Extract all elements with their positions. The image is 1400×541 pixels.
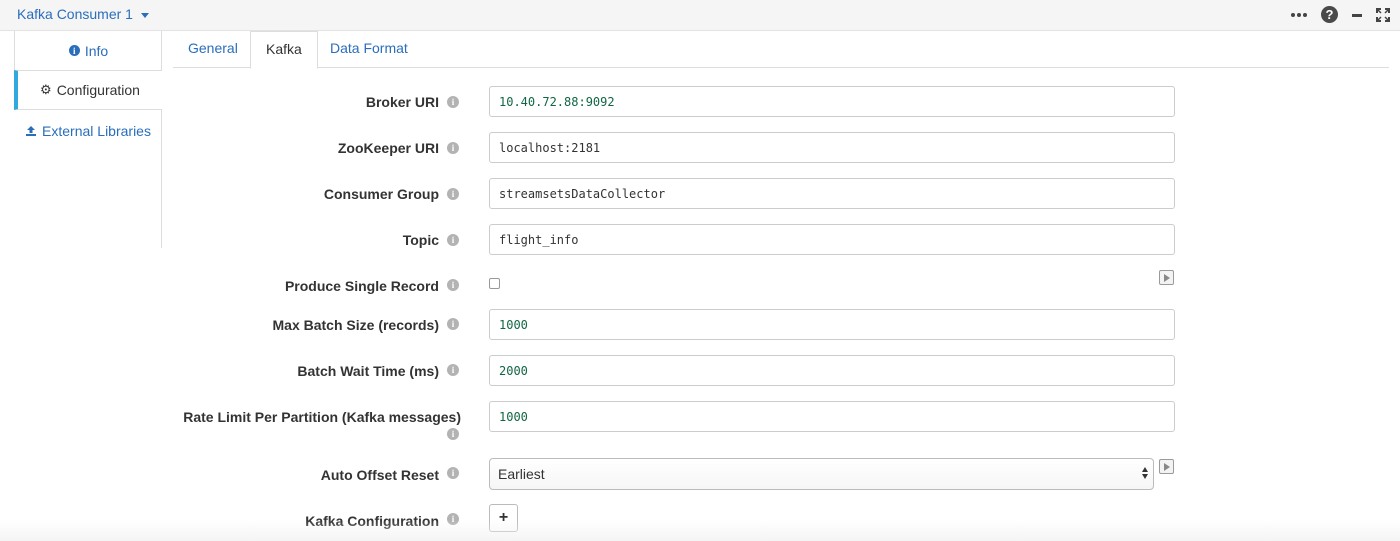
nav-item-configuration[interactable]: ⚙ Configuration	[14, 70, 162, 110]
consumer-group-field[interactable]: streamsetsDataCollector	[489, 178, 1175, 209]
tab-kafka[interactable]: Kafka	[250, 31, 318, 69]
produce-single-record-label: Produce Single Record	[284, 278, 439, 294]
info-icon[interactable]: i	[447, 142, 459, 154]
info-icon[interactable]: i	[447, 318, 459, 330]
config-tabs: General Kafka Data Format	[173, 31, 1389, 69]
info-icon[interactable]: i	[447, 364, 459, 376]
topic-label: Topic	[402, 232, 439, 248]
left-nav: i Info ⚙ Configuration External Librarie…	[14, 31, 162, 248]
play-icon[interactable]	[1159, 459, 1174, 474]
tab-data-format[interactable]: Data Format	[315, 31, 423, 68]
nav-item-info[interactable]: i Info	[14, 31, 162, 71]
broker-uri-label: Broker URI	[365, 94, 439, 110]
rate-limit-label: Rate Limit Per Partition (Kafka messages…	[183, 409, 461, 425]
info-icon[interactable]: i	[447, 513, 459, 525]
nav-item-external-libraries[interactable]: External Libraries	[14, 111, 162, 151]
batch-wait-time-label: Batch Wait Time (ms)	[297, 363, 439, 379]
produce-single-record-checkbox[interactable]	[489, 278, 500, 289]
stage-title: Kafka Consumer 1	[17, 6, 133, 22]
select-arrows-icon	[1142, 467, 1148, 479]
minimize-icon[interactable]	[1352, 12, 1362, 17]
play-icon[interactable]	[1159, 270, 1174, 285]
help-icon[interactable]: ?	[1321, 6, 1338, 23]
add-kafka-configuration-button[interactable]: +	[489, 504, 518, 532]
zookeeper-uri-label: ZooKeeper URI	[337, 140, 439, 156]
info-icon[interactable]: i	[447, 467, 459, 479]
chevron-down-icon	[140, 12, 149, 18]
info-icon[interactable]: i	[447, 234, 459, 246]
consumer-group-label: Consumer Group	[323, 186, 439, 202]
topic-field[interactable]: flight_info	[489, 224, 1175, 255]
stage-title-dropdown[interactable]: Kafka Consumer 1	[17, 6, 149, 22]
info-icon: i	[68, 45, 80, 56]
auto-offset-reset-select[interactable]: Earliest	[489, 458, 1154, 490]
nav-item-label: Configuration	[56, 82, 140, 98]
gear-icon: ⚙	[40, 82, 52, 97]
info-icon[interactable]: i	[447, 188, 459, 200]
info-icon[interactable]: i	[447, 96, 459, 108]
more-dots-icon[interactable]	[1291, 12, 1307, 17]
tab-general[interactable]: General	[173, 31, 253, 68]
kafka-configuration-label: Kafka Configuration	[305, 513, 439, 529]
batch-wait-time-field[interactable]: 2000	[489, 355, 1175, 386]
maximize-icon[interactable]	[1376, 7, 1390, 22]
rate-limit-field[interactable]: 1000	[489, 401, 1175, 432]
nav-item-label: Info	[84, 42, 109, 59]
nav-item-label: External Libraries	[42, 123, 151, 139]
info-icon[interactable]: i	[447, 279, 459, 291]
auto-offset-reset-label: Auto Offset Reset	[320, 467, 439, 483]
zookeeper-uri-field[interactable]: localhost:2181	[489, 132, 1175, 163]
stage-header: Kafka Consumer 1 ?	[0, 0, 1400, 31]
broker-uri-field[interactable]: 10.40.72.88:9092	[489, 86, 1175, 117]
bottom-shadow	[0, 520, 1400, 541]
info-icon[interactable]: i	[447, 428, 459, 440]
upload-icon	[25, 125, 37, 137]
header-actions: ?	[1291, 6, 1390, 23]
max-batch-size-field[interactable]: 1000	[489, 309, 1175, 340]
max-batch-size-label: Max Batch Size (records)	[272, 317, 440, 333]
